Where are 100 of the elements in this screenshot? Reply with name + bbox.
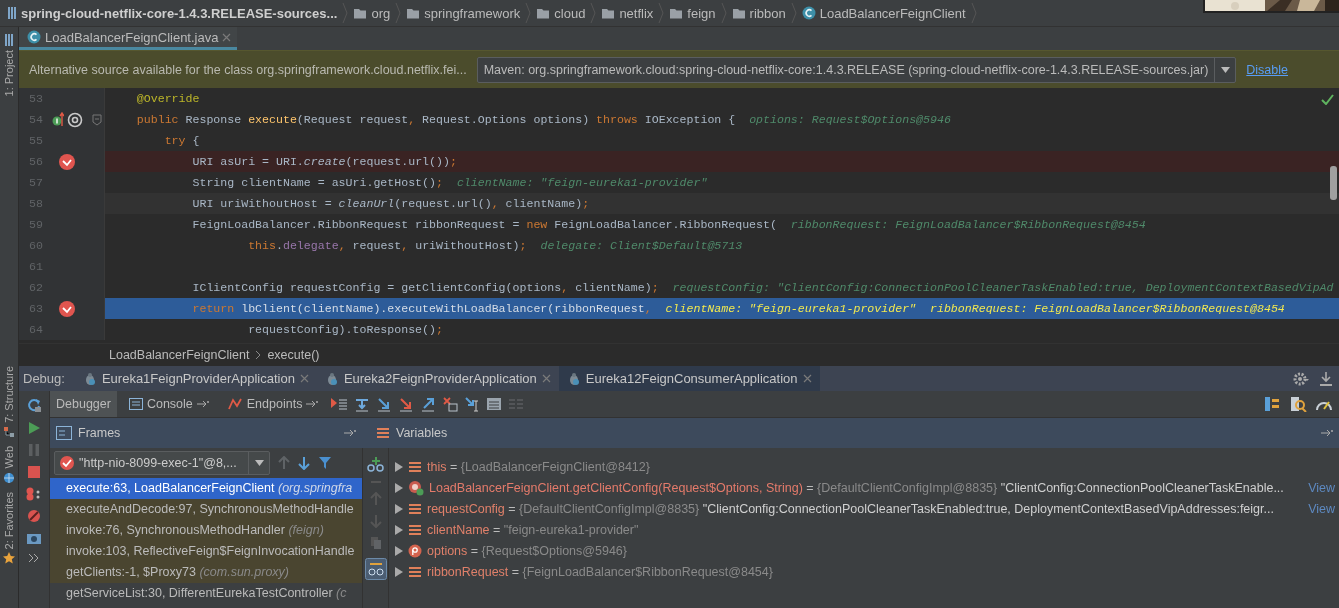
view-link[interactable]: View	[1308, 480, 1339, 495]
evaluate-icon[interactable]	[1289, 396, 1307, 412]
mute-icon[interactable]	[27, 509, 41, 523]
resume-icon[interactable]	[27, 421, 41, 435]
view-tab[interactable]: Console	[122, 391, 215, 417]
code-line: URI asUri = URI.create(request.url());	[191, 155, 457, 168]
download-icon[interactable]	[1319, 370, 1333, 387]
class-icon	[801, 6, 816, 20]
globe-icon[interactable]	[3, 471, 15, 484]
close-icon[interactable]	[802, 374, 812, 383]
variable-entry[interactable]: requestConfig = {DefaultClientConfigImpl@8835} "ClientConfig:ConnectionPoolCleanerTaskEnabled:true, DeploymentContextBasedVipAddresses:feigr...	[427, 501, 1274, 516]
expand-arrow-icon[interactable]	[395, 545, 403, 556]
expand-arrow-icon[interactable]	[395, 503, 403, 514]
frame-item[interactable]: getServiceList:30, DifferentEurekaTestController (c	[50, 583, 362, 604]
variable-entry[interactable]: options = {Request$Options@5946}	[427, 543, 627, 558]
code-line: requestConfig).toResponse();	[247, 323, 443, 336]
pin-icon[interactable]	[196, 400, 209, 408]
expand-arrow-icon[interactable]	[395, 482, 403, 493]
step-over-icon[interactable]	[354, 396, 371, 412]
rerun-icon[interactable]	[26, 397, 42, 413]
execution-point-icon[interactable]	[330, 397, 349, 411]
pin-icon[interactable]	[306, 400, 319, 408]
caret-icon	[1220, 66, 1230, 73]
code-line: @Override	[135, 92, 200, 105]
add-watch-icon[interactable]	[366, 456, 385, 472]
close-icon[interactable]	[541, 374, 551, 383]
breakpoint-icon[interactable]	[58, 152, 76, 171]
breadcrumb-item[interactable]: cloud	[554, 5, 586, 21]
code-line: URI uriWithoutHost = cleanUrl(request.url(), clientName);	[191, 197, 590, 210]
pin-icon[interactable]	[344, 429, 356, 437]
drop-frame-icon[interactable]	[442, 396, 459, 412]
close-icon[interactable]	[299, 374, 309, 383]
stop-icon[interactable]	[27, 465, 41, 479]
expand-arrow-icon[interactable]	[395, 524, 403, 535]
variable-entry[interactable]: clientName = "feign-eureka1-provider"	[427, 522, 639, 537]
folder-icon	[601, 7, 616, 19]
variable-entry[interactable]: this = {LoadBalancerFeignClient@8412}	[427, 459, 650, 474]
breadcrumb-item[interactable]: springframework	[424, 5, 521, 21]
scrollbar-thumb[interactable]	[1330, 166, 1337, 200]
step-out-icon[interactable]	[420, 396, 437, 412]
step-into-icon[interactable]	[376, 396, 393, 412]
run-config-tab[interactable]: Eureka2FeignProviderApplication	[316, 366, 559, 391]
expand-arrow-icon[interactable]	[395, 566, 403, 577]
thread-dropdown[interactable]: "http-nio-8099-exec-1"@8,...	[54, 451, 270, 475]
breadcrumb-item[interactable]: org	[371, 5, 391, 21]
pin-icon[interactable]	[1321, 429, 1333, 437]
inline-value-hint: ribbonRequest: FeignLoadBalancer$RibbonRequest@8454	[930, 302, 1285, 315]
disable-link[interactable]: Disable	[1246, 62, 1288, 77]
run-config-tab[interactable]: Eureka12FeignConsumerApplication	[558, 366, 820, 391]
more-icon[interactable]	[28, 553, 40, 563]
editor-tab[interactable]: LoadBalancerFeignClient.java	[19, 27, 238, 50]
view-tab[interactable]: Endpoints	[220, 391, 325, 417]
implements-icon[interactable]	[51, 111, 64, 128]
folder-icon	[731, 7, 746, 19]
frame-item[interactable]: executeAndDecode:97, SynchronousMethodHandle	[50, 499, 362, 520]
tool-window-button[interactable]: 2: Favorites	[3, 491, 15, 550]
run-config-tab[interactable]: Eureka1FeignProviderApplication	[74, 366, 317, 391]
camera-icon[interactable]	[26, 531, 42, 545]
breadcrumb-item[interactable]: execute()	[267, 347, 320, 362]
project-icon[interactable]	[4, 33, 14, 47]
expand-arrow-icon[interactable]	[395, 461, 403, 472]
class-icon	[27, 30, 41, 44]
star-icon[interactable]	[3, 552, 15, 565]
tool-window-button[interactable]: 1: Project	[3, 50, 15, 97]
run-to-cursor-icon[interactable]	[464, 396, 481, 412]
view-tab[interactable]: Debugger	[50, 391, 117, 417]
variable-entry[interactable]: LoadBalancerFeignClient.getClientConfig(Request$Options, String) = {DefaultClientConfigImpl@8835} "ClientConfig:ConnectionPoolCleanerTaskEnable...	[429, 480, 1284, 495]
tool-window-button[interactable]: 7: Structure	[3, 366, 15, 424]
force-step-into-icon[interactable]	[398, 396, 415, 412]
breadcrumb-item[interactable]: spring-cloud-netflix-core-1.4.3.RELEASE-sources...	[21, 5, 338, 21]
breakpoint-icon[interactable]	[58, 299, 76, 318]
frame-item[interactable]: getClients:-1, $Proxy73 (com.sun.proxy)	[50, 562, 362, 583]
breadcrumb-item[interactable]: LoadBalancerFeignClient	[819, 5, 966, 21]
folder-icon	[406, 7, 421, 19]
close-icon[interactable]	[222, 32, 232, 42]
breadcrumb-item[interactable]: netflix	[619, 5, 654, 21]
frame-item[interactable]: execute:63, LoadBalancerFeignClient (org.springfra	[50, 478, 362, 499]
variable-entry[interactable]: ribbonRequest = {FeignLoadBalancer$RibbonRequest@8454}	[427, 564, 773, 579]
source-dropdown[interactable]: Maven: org.springframework.cloud:spring-cloud-netflix-core:1.4.3.RELEASE (spring-cloud-netflix-core-1.4.3.RELEASE-sources.jar)	[476, 56, 1237, 83]
calculator-icon[interactable]	[486, 397, 503, 411]
settings-icon[interactable]	[1293, 370, 1309, 387]
breadcrumb-item[interactable]: LoadBalancerFeignClient	[109, 347, 250, 362]
view-link[interactable]: View	[1308, 501, 1339, 516]
breadcrumb-item[interactable]: feign	[687, 5, 716, 21]
tool-window-button[interactable]: Web	[3, 446, 15, 469]
watches-icon[interactable]	[364, 558, 387, 580]
folder-icon	[669, 7, 684, 19]
filter-icon[interactable]	[318, 456, 332, 470]
frame-item[interactable]: invoke:103, ReflectiveFeign$FeignInvocationHandle	[50, 541, 362, 562]
down-arrow-icon[interactable]	[298, 456, 310, 470]
code-line: this.delegate, request, uriWithoutHost);	[247, 239, 527, 252]
layout-icon[interactable]	[1263, 396, 1281, 412]
fold-icon[interactable]	[92, 113, 102, 126]
field-icon	[408, 565, 422, 578]
panel-title: Frames	[78, 426, 121, 440]
structure-icon[interactable]	[3, 426, 15, 439]
frame-item[interactable]: invoke:76, SynchronousMethodHandler (feign)	[50, 520, 362, 541]
code-line: IClientConfig requestConfig = getClientConfig(options, clientName);	[191, 281, 659, 294]
code-line: FeignLoadBalancer.RibbonRequest ribbonRequest = new FeignLoadBalancer.RibbonRequest(	[191, 218, 777, 231]
breadcrumb-item[interactable]: ribbon	[749, 5, 786, 21]
